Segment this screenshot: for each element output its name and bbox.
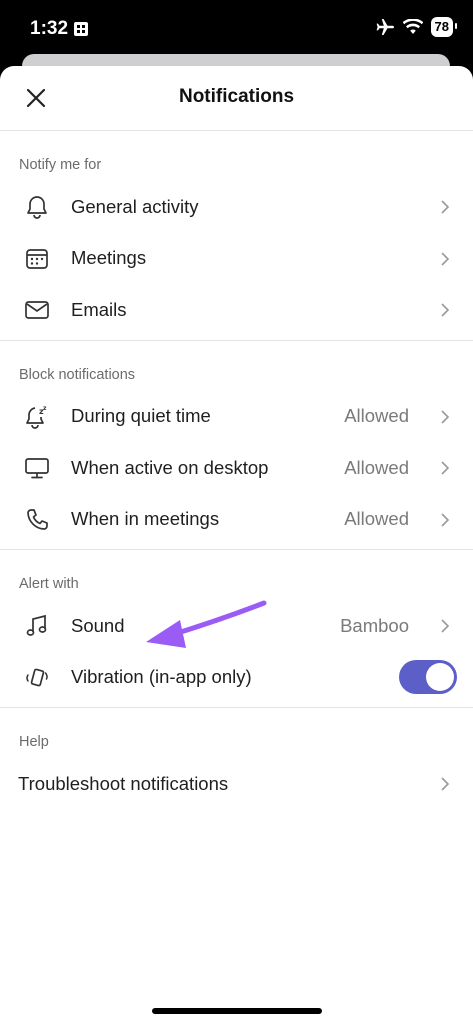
emails-row[interactable]: Emails [0, 284, 473, 336]
chevron-right-icon [441, 512, 450, 527]
vibration-toggle[interactable] [399, 659, 457, 694]
bell-icon [27, 196, 47, 219]
row-label: Emails [71, 298, 127, 320]
row-label: General activity [71, 195, 199, 217]
music-note-icon [26, 614, 47, 636]
chevron-right-icon [441, 303, 450, 317]
row-label: During quiet time [71, 405, 211, 427]
section-label: Alert with [19, 576, 79, 592]
wifi-icon [402, 19, 423, 34]
calendar-icon [26, 248, 48, 269]
quiet-time-row[interactable]: zz During quiet time Allowed [0, 391, 473, 443]
row-label: When active on desktop [71, 456, 269, 478]
active-desktop-row[interactable]: When active on desktop Allowed [0, 442, 473, 494]
row-label: Sound [71, 614, 125, 636]
row-value: Allowed [344, 508, 409, 530]
section-label: Notify me for [19, 157, 102, 173]
row-label: Vibration (in-app only) [71, 666, 252, 688]
toggle-knob [426, 662, 454, 691]
home-indicator [152, 1008, 322, 1014]
chevron-right-icon [441, 461, 450, 475]
notifications-sheet: Notifications Notify me for General acti… [0, 66, 473, 1024]
row-label: When in meetings [71, 508, 220, 530]
row-value: Allowed [344, 405, 409, 427]
bell-snooze-icon: zz [26, 405, 47, 429]
page-title: Notifications [178, 86, 295, 107]
phone-icon [27, 508, 48, 530]
sheet-header: Notifications [0, 66, 473, 131]
battery-indicator: 78 [430, 17, 458, 37]
row-value: Bamboo [340, 614, 409, 636]
airplane-icon [376, 19, 394, 35]
status-time: 1:32 [30, 18, 69, 39]
status-bar: 1:32 78 [0, 0, 473, 58]
row-label: Troubleshoot notifications [18, 772, 229, 794]
chevron-right-icon [441, 251, 450, 266]
row-value: Allowed [344, 456, 409, 478]
vibration-icon [26, 668, 48, 686]
troubleshoot-row[interactable]: Troubleshoot notifications [0, 758, 473, 810]
desktop-icon [25, 458, 49, 479]
mail-icon [25, 301, 49, 319]
block-section: Block notifications zz During quiet time… [0, 341, 473, 550]
help-section: Help Troubleshoot notifications [0, 708, 473, 814]
sim-card-icon [74, 22, 88, 36]
meetings-row[interactable]: Meetings [0, 233, 473, 285]
vibration-row: Vibration (in-app only) [0, 652, 473, 704]
general-activity-row[interactable]: General activity [0, 181, 473, 233]
in-meetings-row[interactable]: When in meetings Allowed [0, 494, 473, 546]
chevron-right-icon [441, 777, 450, 791]
chevron-right-icon [441, 200, 450, 214]
chevron-right-icon [441, 619, 450, 633]
chevron-right-icon [441, 409, 450, 424]
svg-text:z: z [43, 405, 47, 412]
section-label: Help [19, 734, 49, 750]
notify-section: Notify me for General activity Meetings … [0, 131, 473, 341]
section-label: Block notifications [19, 366, 136, 383]
annotation-arrow-icon [146, 600, 267, 648]
row-label: Meetings [71, 247, 147, 269]
